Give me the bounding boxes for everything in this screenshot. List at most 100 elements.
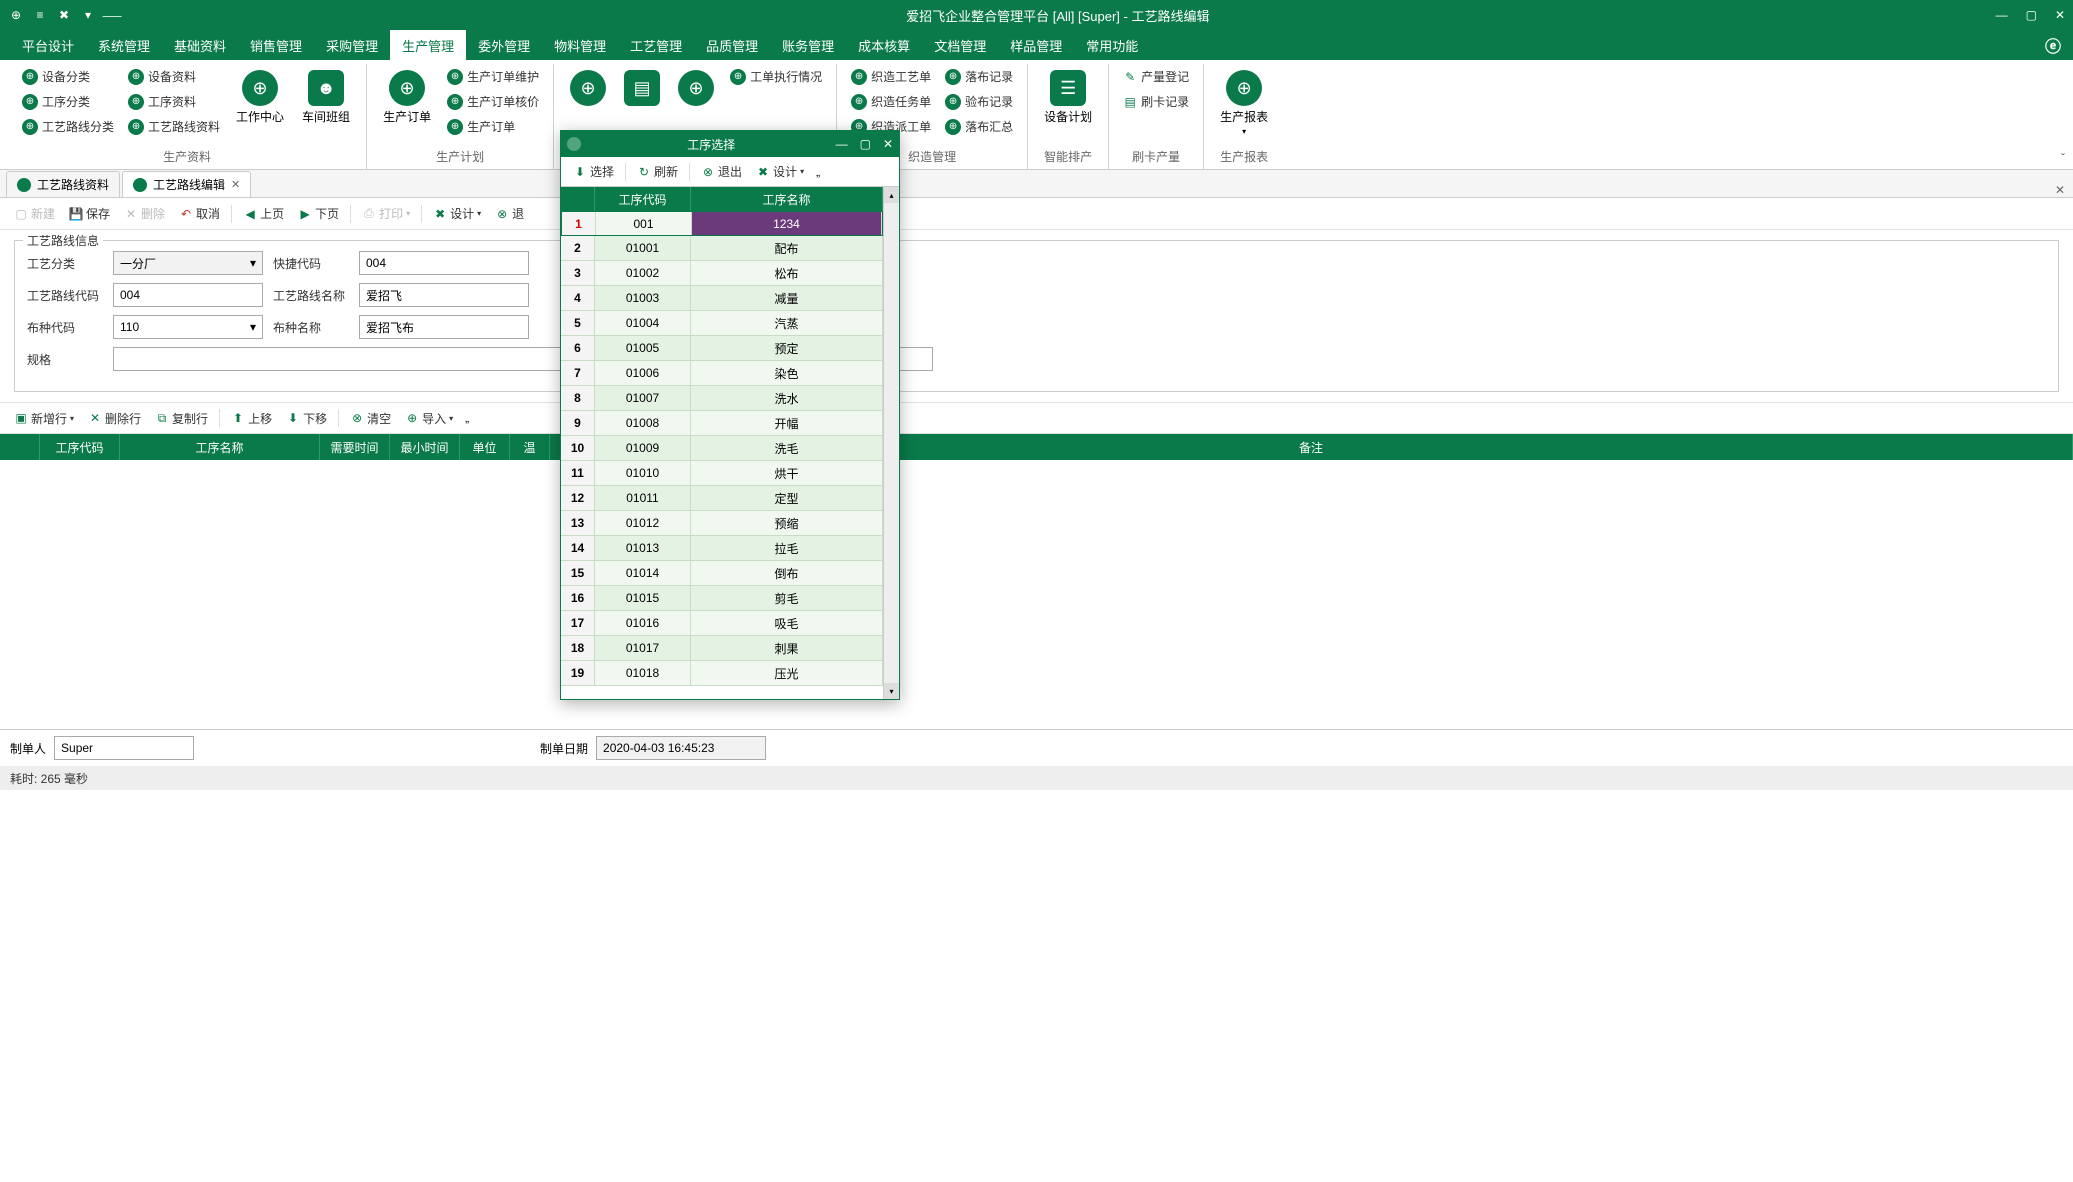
grid-body[interactable] <box>0 460 2073 730</box>
ribbon-item[interactable]: ⊕ <box>672 66 720 112</box>
grid-hcell[interactable]: 最小时间 <box>390 434 460 460</box>
table-row[interactable]: 501004汽蒸 <box>561 311 883 336</box>
refresh-button[interactable]: ↻刷新 <box>631 160 684 183</box>
table-row[interactable]: 1701016吸毛 <box>561 611 883 636</box>
table-row[interactable]: 1301012预缩 <box>561 511 883 536</box>
grid-hcell[interactable] <box>0 434 40 460</box>
copyrow-button[interactable]: ⧉复制行 <box>149 407 214 430</box>
creator-input[interactable] <box>54 736 194 760</box>
table-row[interactable]: 301002松布 <box>561 261 883 286</box>
table-row[interactable]: 1501014倒布 <box>561 561 883 586</box>
tools-icon[interactable]: ✖ <box>56 7 72 23</box>
menu-item[interactable]: 工艺管理 <box>618 30 694 60</box>
collapse-ribbon-icon[interactable]: ˇ <box>2061 151 2065 165</box>
code-input[interactable] <box>113 283 263 307</box>
name-input[interactable] <box>359 283 529 307</box>
doc-tab[interactable]: 工艺路线编辑 ✕ <box>122 171 251 197</box>
ribbon-item[interactable]: ⊕工序分类 <box>18 91 118 112</box>
ribbon-item[interactable]: ⊕生产订单 <box>443 116 543 137</box>
db-icon[interactable]: ≡ <box>32 7 48 23</box>
table-row[interactable]: 701006染色 <box>561 361 883 386</box>
ribbon-item[interactable]: ⊕织造任务单 <box>847 91 935 112</box>
dialog-titlebar[interactable]: 工序选择 — ▢ ✕ <box>561 131 899 157</box>
scrollbar[interactable]: ▴ ▾ <box>883 187 899 699</box>
table-row[interactable]: 10011234 <box>561 211 883 236</box>
menu-item[interactable]: 委外管理 <box>466 30 542 60</box>
prev-button[interactable]: ◀上页 <box>237 202 290 225</box>
menu-item[interactable]: 采购管理 <box>314 30 390 60</box>
next-button[interactable]: ▶下页 <box>292 202 345 225</box>
close-all-icon[interactable]: ✕ <box>2047 183 2073 197</box>
doc-tab[interactable]: 工艺路线资料 <box>6 171 120 197</box>
grid-hcell[interactable]: 单位 <box>460 434 510 460</box>
exit-button[interactable]: ⊗退出 <box>695 160 748 183</box>
grid-hcell[interactable]: 工序名称 <box>691 187 883 211</box>
cat-select[interactable]: 一分厂▾ <box>113 251 263 275</box>
overflow-icon[interactable]: „ <box>812 165 824 179</box>
table-row[interactable]: 201001配布 <box>561 236 883 261</box>
menu-item[interactable]: 生产管理 <box>390 30 466 60</box>
select-button[interactable]: ⬇选择 <box>567 160 620 183</box>
table-row[interactable]: 1401013拉毛 <box>561 536 883 561</box>
grid-hcell[interactable]: 工序代码 <box>595 187 691 211</box>
addrow-button[interactable]: ▣新增行▾ <box>8 407 80 430</box>
dropdown-icon[interactable]: ▾ <box>80 7 96 23</box>
ribbon-item-prodorder[interactable]: ⊕生产订单 <box>377 66 437 129</box>
close-tab-icon[interactable]: ✕ <box>231 178 240 191</box>
delete-button[interactable]: ✕删除 <box>118 202 171 225</box>
table-row[interactable]: 1001009洗毛 <box>561 436 883 461</box>
menu-item[interactable]: 常用功能 <box>1074 30 1150 60</box>
scroll-down-icon[interactable]: ▾ <box>884 683 899 699</box>
design-button[interactable]: ✖设计▾ <box>750 160 810 183</box>
ribbon-item-plan[interactable]: ☰设备计划 <box>1038 66 1098 129</box>
menu-item[interactable]: 平台设计 <box>10 30 86 60</box>
print-button[interactable]: ⎙打印▾ <box>356 202 416 225</box>
grid-hcell[interactable]: 需要时间 <box>320 434 390 460</box>
ribbon-item[interactable]: ⊕工单执行情况 <box>726 66 826 87</box>
table-row[interactable]: 1901018压光 <box>561 661 883 686</box>
scroll-up-icon[interactable]: ▴ <box>884 187 899 203</box>
clear-button[interactable]: ⊗清空 <box>344 407 397 430</box>
ribbon-item[interactable]: ⊕织造工艺单 <box>847 66 935 87</box>
ribbon-item[interactable]: ⊕工艺路线资料 <box>124 116 224 137</box>
menu-item[interactable]: 账务管理 <box>770 30 846 60</box>
table-row[interactable]: 1201011定型 <box>561 486 883 511</box>
table-row[interactable]: 901008开幅 <box>561 411 883 436</box>
table-row[interactable]: 401003减量 <box>561 286 883 311</box>
ribbon-item-team[interactable]: ☻车间班组 <box>296 66 356 129</box>
cloth-code-select[interactable]: 110▾ <box>113 315 263 339</box>
dialog-grid-body[interactable]: 10011234201001配布301002松布401003减量501004汽蒸… <box>561 211 883 686</box>
ribbon-item-workcenter[interactable]: ⊕工作中心 <box>230 66 290 129</box>
ribbon-item-report[interactable]: ⊕生产报表▾ <box>1214 66 1274 140</box>
ribbon-item[interactable]: ⊕落布汇总 <box>941 116 1017 137</box>
ribbon-item[interactable]: ✎产量登记 <box>1119 66 1193 87</box>
cloth-name-input[interactable] <box>359 315 529 339</box>
design-button[interactable]: ✖设计▾ <box>427 202 487 225</box>
save-button[interactable]: 💾保存 <box>63 202 116 225</box>
table-row[interactable]: 1601015剪毛 <box>561 586 883 611</box>
table-row[interactable]: 1101010烘干 <box>561 461 883 486</box>
delrow-button[interactable]: ✕删除行 <box>82 407 147 430</box>
table-row[interactable]: 801007洗水 <box>561 386 883 411</box>
ribbon-item[interactable]: ⊕工序资料 <box>124 91 224 112</box>
menu-item[interactable]: 系统管理 <box>86 30 162 60</box>
maximize-icon[interactable]: ▢ <box>2026 8 2037 22</box>
exit-button[interactable]: ⊗退 <box>489 202 530 225</box>
movedown-button[interactable]: ⬇下移 <box>280 407 333 430</box>
minimize-icon[interactable]: — <box>1996 8 2008 22</box>
close-icon[interactable]: ✕ <box>883 137 893 151</box>
grid-hcell[interactable]: 工序代码 <box>40 434 120 460</box>
ribbon-item[interactable]: ⊕工艺路线分类 <box>18 116 118 137</box>
date-input[interactable] <box>596 736 766 760</box>
table-row[interactable]: 1801017刺果 <box>561 636 883 661</box>
grid-hcell[interactable] <box>561 187 595 211</box>
menu-item[interactable]: 成本核算 <box>846 30 922 60</box>
quick-input[interactable] <box>359 251 529 275</box>
menu-item[interactable]: 销售管理 <box>238 30 314 60</box>
maximize-icon[interactable]: ▢ <box>860 137 871 151</box>
menu-item[interactable]: 品质管理 <box>694 30 770 60</box>
ribbon-item[interactable]: ⊕生产订单维护 <box>443 66 543 87</box>
ribbon-item[interactable]: ▤ <box>618 66 666 112</box>
ribbon-item[interactable]: ⊕生产订单核价 <box>443 91 543 112</box>
overflow-icon[interactable]: „ <box>461 411 473 425</box>
